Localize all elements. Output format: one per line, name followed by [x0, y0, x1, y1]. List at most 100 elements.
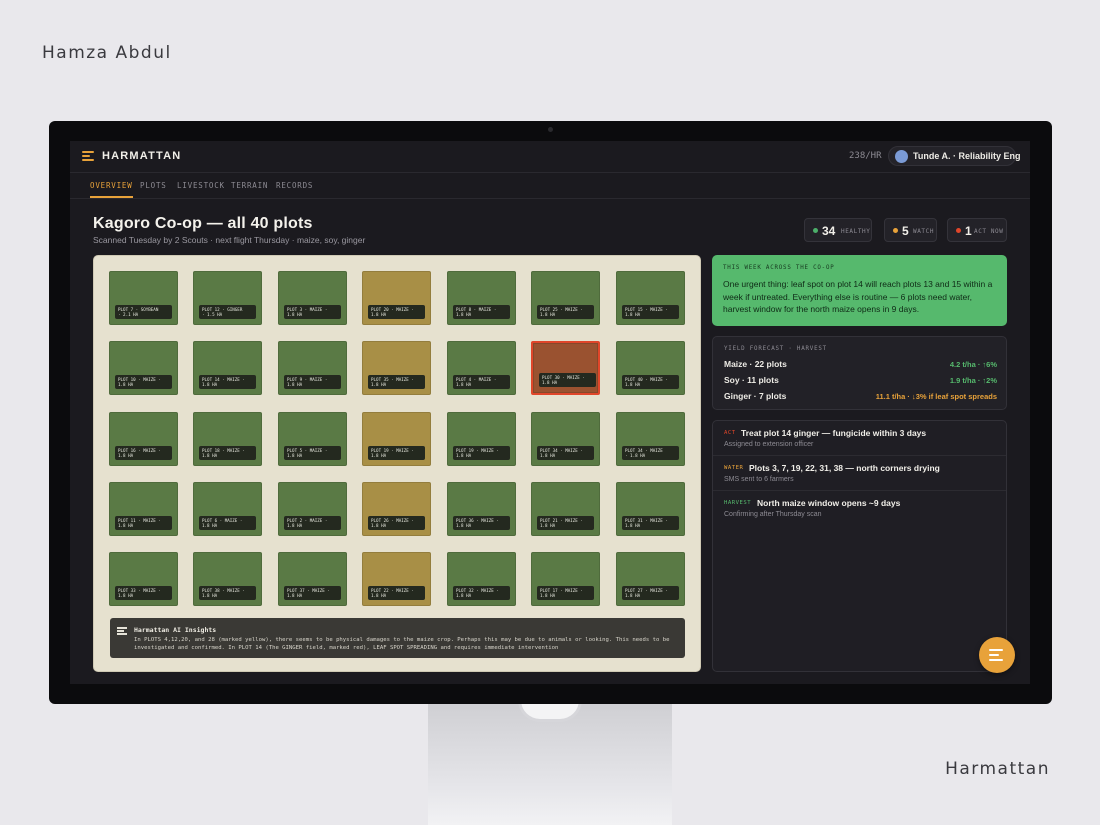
plot-label: PLOT 34 · MAIZE · 1.8 HA [537, 446, 594, 460]
plot-label: PLOT 11 · MAIZE · 1.8 HA [115, 516, 172, 530]
plot-tile[interactable]: PLOT 26 · MAIZE · 1.8 HA [362, 482, 431, 536]
plot-label-line: 1.8 HA [118, 523, 134, 528]
plot-label-line: 1.8 HA [371, 312, 387, 317]
plot-label-line: 1.8 HA [540, 453, 556, 458]
plot-label: PLOT 33 · MAIZE · 1.8 HA [115, 586, 172, 600]
plot-label: PLOT 20 · MAIZE · 1.8 HA [368, 305, 425, 319]
plot-label: PLOT 2 · MAIZE · 1.8 HA [284, 516, 341, 530]
plot-tile[interactable]: PLOT 6 · MAIZE · 1.8 HA [193, 482, 262, 536]
plot-label-line: 1.8 HA [625, 523, 641, 528]
stat-watch[interactable]: 5 WATCH [884, 218, 937, 242]
plot-tile[interactable]: PLOT 4 · MAIZE · 1.8 HA [447, 341, 516, 395]
plot-label-line: 1.8 HA [202, 593, 218, 598]
page-subtitle: Scanned Tuesday by 2 Scouts · next fligh… [93, 235, 366, 245]
plot-tile[interactable]: PLOT 27 · MAIZE · 1.8 HA [616, 552, 685, 606]
plot-tile[interactable]: PLOT 2 · MAIZE · 1.8 HA [278, 482, 347, 536]
plot-label: PLOT 25 · MAIZE · 1.8 HA [537, 305, 594, 319]
action-item-act[interactable]: ACT Treat plot 14 ginger — fungicide wit… [713, 421, 1006, 456]
plot-label: PLOT 5 · MAIZE · 1.8 HA [284, 446, 341, 460]
insights-title: Harmattan AI Insights [134, 626, 217, 634]
action-item-harvest[interactable]: HARVEST North maize window opens ~9 days… [713, 491, 1006, 526]
plot-label: PLOT 40 · MAIZE · 1.8 HA [622, 375, 679, 389]
tab-records[interactable]: RECORDS [276, 181, 313, 190]
action-title: Plots 3, 7, 19, 22, 31, 38 — north corne… [749, 463, 940, 473]
plot-tile[interactable]: PLOT 3 · MAIZE · 1.8 HA [278, 271, 347, 325]
plot-label: PLOT 8 · MAIZE · 1.8 HA [453, 305, 510, 319]
plot-label-line: 1.8 HA [287, 453, 303, 458]
plot-tile[interactable]: PLOT 21 · MAIZE · 1.8 HA [531, 482, 600, 536]
plot-label: PLOT 36 · MAIZE · 1.8 HA [453, 516, 510, 530]
action-tag: HARVEST [724, 500, 752, 506]
plot-tile[interactable]: PLOT 19 · MAIZE · 1.8 HA [362, 412, 431, 466]
top-bar: HARMATTAN 238/HR Tunde A. · Reliability … [70, 141, 1030, 173]
plot-tile[interactable]: PLOT 5 · MAIZE · 1.8 HA [278, 412, 347, 466]
plot-label-line: 1.8 HA [118, 453, 134, 458]
plot-tile[interactable]: PLOT 30 · MAIZE · 1.8 HA [531, 341, 600, 395]
plot-label: PLOT 15 · MAIZE · 1.8 HA [622, 305, 679, 319]
plot-tile[interactable]: PLOT 36 · MAIZE · 1.8 HA [447, 482, 516, 536]
plot-tile[interactable]: PLOT 18 · MAIZE · 1.8 HA [193, 412, 262, 466]
stat-healthy[interactable]: 34 HEALTHY [804, 218, 872, 242]
plot-tile[interactable]: PLOT 35 · MAIZE · 1.8 HA [362, 341, 431, 395]
plot-tile[interactable]: PLOT 40 · MAIZE · 1.8 HA [616, 341, 685, 395]
weekly-alert-card[interactable]: THIS WEEK ACROSS THE CO-OP One urgent th… [712, 255, 1007, 326]
plot-tile[interactable]: PLOT 8 · MAIZE · 1.8 HA [447, 271, 516, 325]
stat-act-now[interactable]: 1 ACT NOW [947, 218, 1007, 242]
action-tag: WATER [724, 465, 744, 471]
plot-label-line: 1.8 HA [456, 382, 472, 387]
plot-tile[interactable]: PLOT 37 · MAIZE · 1.8 HA [278, 552, 347, 606]
plot-tile[interactable]: PLOT 17 · MAIZE · 1.8 HA [531, 552, 600, 606]
plot-label-line: 1.8 HA [371, 523, 387, 528]
brand-footer: Harmattan [945, 759, 1050, 779]
action-sub: Confirming after Thursday scan [724, 511, 822, 518]
forecast-row-ginger: Ginger · 7 plots 11.1 t/ha · ↓3% if leaf… [724, 391, 997, 403]
plot-tile[interactable]: PLOT 22 · MAIZE · 1.8 HA [362, 552, 431, 606]
stat-label: HEALTHY [841, 228, 871, 235]
plot-tile[interactable]: PLOT 12 · GINGER · 1.5 HA [193, 271, 262, 325]
plot-label-line: 1.8 HA [202, 382, 218, 387]
plot-tile[interactable]: PLOT 10 · MAIZE · 1.8 HA [109, 341, 178, 395]
plot-label-line: 1.8 HA [287, 593, 303, 598]
plot-label: PLOT 18 · MAIZE · 1.8 HA [199, 446, 256, 460]
plot-label-line: 1.8 HA [371, 453, 387, 458]
action-item-water[interactable]: WATER Plots 3, 7, 19, 22, 31, 38 — north… [713, 456, 1006, 491]
plot-label: PLOT 34 · MAIZE · 1.8 HA [622, 446, 679, 460]
plot-label-line: 1.8 HA [456, 312, 472, 317]
tab-livestock[interactable]: LIVESTOCK [177, 181, 225, 190]
plot-label-line: 1.8 HA [542, 380, 558, 385]
plot-tile[interactable]: PLOT 15 · MAIZE · 1.8 HA [616, 271, 685, 325]
plot-tile[interactable]: PLOT 34 · MAIZE · 1.8 HA [616, 412, 685, 466]
plot-tile[interactable]: PLOT 33 · MAIZE · 1.8 HA [109, 552, 178, 606]
tab-overview[interactable]: OVERVIEW [90, 181, 133, 198]
status-dot [813, 228, 818, 233]
plot-tile[interactable]: PLOT 11 · MAIZE · 1.8 HA [109, 482, 178, 536]
plot-label: PLOT 21 · MAIZE · 1.8 HA [537, 516, 594, 530]
app-name[interactable]: HARMATTAN [102, 150, 181, 162]
tab-terrain[interactable]: TERRAIN [231, 181, 268, 190]
plot-tile[interactable]: PLOT 16 · MAIZE · 1.8 HA [109, 412, 178, 466]
tab-plots[interactable]: PLOTS [140, 181, 167, 190]
plot-tile[interactable]: PLOT 32 · MAIZE · 1.8 HA [447, 552, 516, 606]
plot-label-line: 1.8 HA [287, 312, 303, 317]
user-menu[interactable]: Tunde A. · Reliability Eng [888, 146, 1021, 166]
action-sub: Assigned to extension officer [724, 441, 814, 448]
plot-tile[interactable]: PLOT 25 · MAIZE · 1.8 HA [531, 271, 600, 325]
plot-label: PLOT 26 · MAIZE · 1.8 HA [368, 516, 425, 530]
plot-tile[interactable]: PLOT 31 · MAIZE · 1.8 HA [616, 482, 685, 536]
plot-label: PLOT 31 · MAIZE · 1.8 HA [622, 516, 679, 530]
plot-label: PLOT 22 · MAIZE · 1.8 HA [368, 586, 425, 600]
plot-label: PLOT 14 · MAIZE · 1.8 HA [199, 375, 256, 389]
plot-tile[interactable]: PLOT 20 · MAIZE · 1.8 HA [362, 271, 431, 325]
rate-readout: 238/HR [849, 151, 882, 161]
plot-label-line: 1.8 HA [202, 523, 218, 528]
forecast-crop: Ginger · 7 plots [724, 391, 787, 401]
ai-assistant-button[interactable] [979, 637, 1015, 673]
forecast-row-maize: Maize · 22 plots 4.2 t/ha · ↑6% [724, 359, 997, 371]
plot-tile[interactable]: PLOT 9 · MAIZE · 1.8 HA [278, 341, 347, 395]
plot-tile[interactable]: PLOT 38 · MAIZE · 1.8 HA [193, 552, 262, 606]
plot-tile[interactable]: PLOT 34 · MAIZE · 1.8 HA [531, 412, 600, 466]
plot-tile[interactable]: PLOT 7 · SOYBEAN · 2.1 HA [109, 271, 178, 325]
plot-tile[interactable]: PLOT 14 · MAIZE · 1.8 HA [193, 341, 262, 395]
plot-tile[interactable]: PLOT 19 · MAIZE · 1.8 HA [447, 412, 516, 466]
user-name: Tunde A. · Reliability Eng [913, 151, 1021, 161]
